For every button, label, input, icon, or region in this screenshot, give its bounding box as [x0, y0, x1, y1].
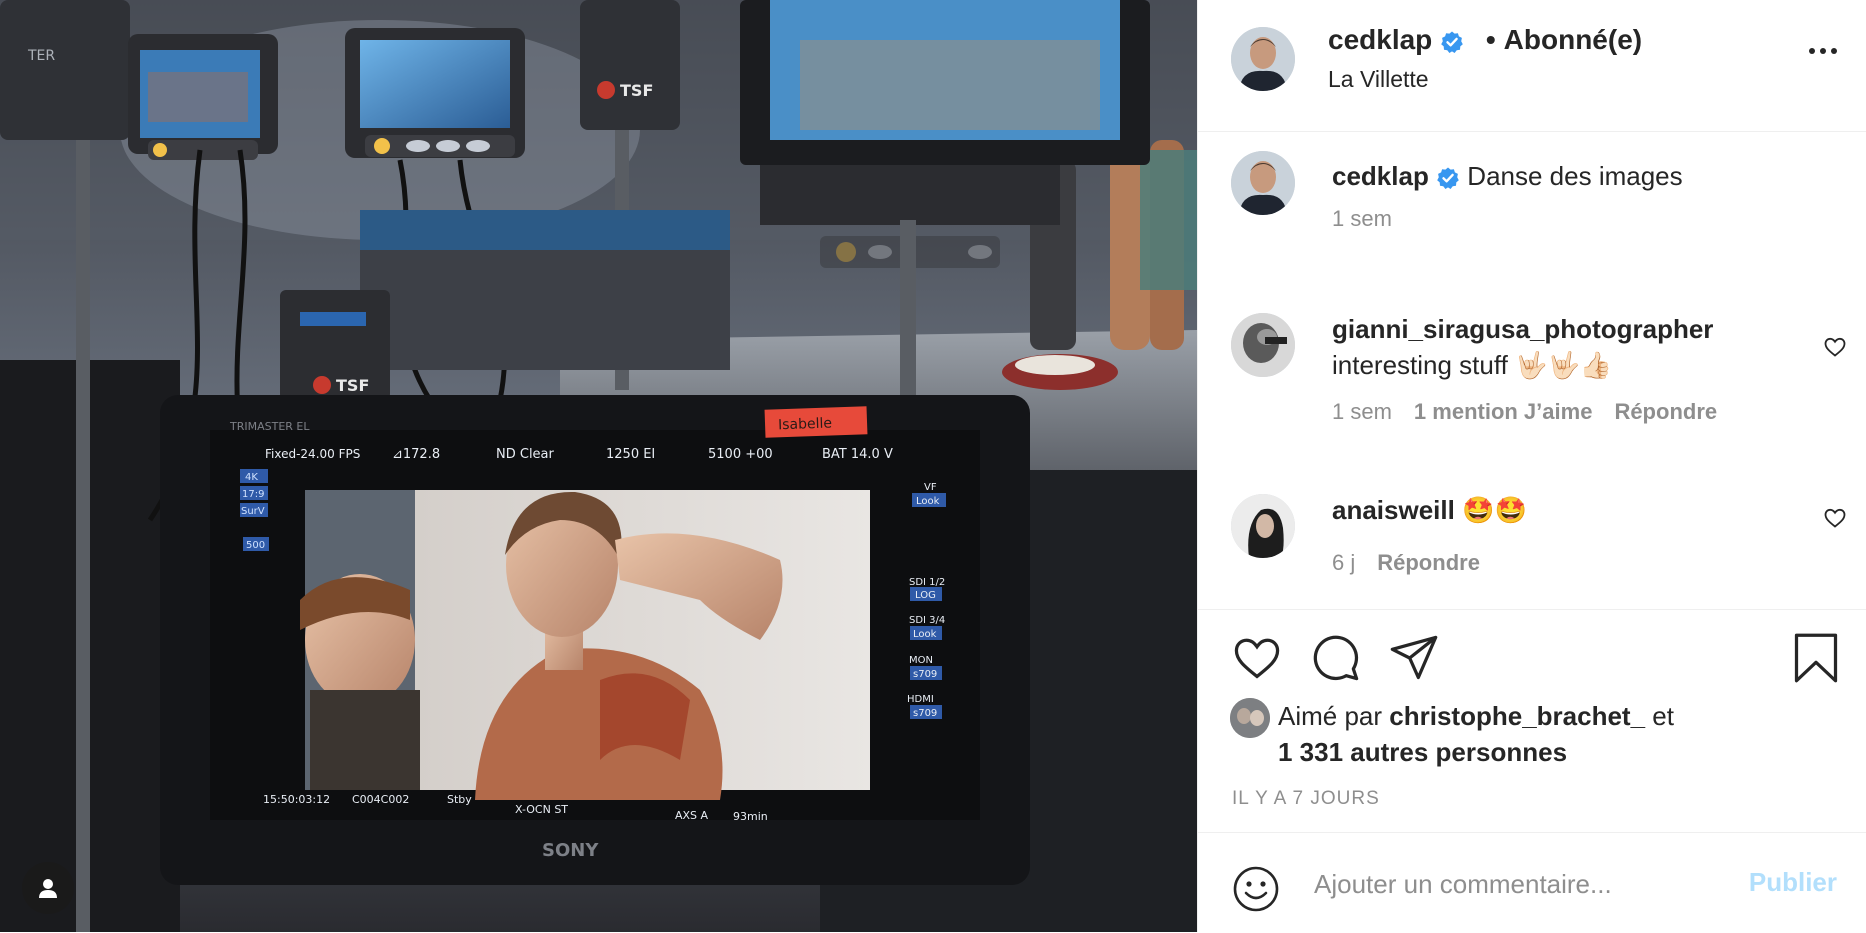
svg-text:TER: TER — [27, 48, 55, 64]
comment-time[interactable]: 1 sem — [1332, 399, 1392, 424]
liked-by-line: Aimé par christophe_brachet_ et — [1278, 698, 1674, 734]
verified-badge-icon — [1437, 167, 1459, 190]
caption-author-avatar-image — [1231, 151, 1295, 215]
liked-by-username[interactable]: christophe_brachet_ — [1389, 701, 1645, 731]
monitor-tag-vf: VF — [924, 482, 937, 493]
monitor-tag-hdmi-mode: s709 — [913, 708, 937, 719]
monitor-readout-angle: ⊿172.8 — [392, 447, 440, 462]
like-heart-icon[interactable] — [1231, 632, 1283, 684]
monitor-brand: TRIMASTER EL — [229, 420, 310, 433]
monitor-readout-status: Stby — [447, 793, 472, 806]
author-avatar[interactable] — [1231, 27, 1295, 91]
monitor-tag-sdi34: SDI 3/4 — [909, 615, 945, 626]
monitor-readout-media: AXS A — [675, 809, 709, 822]
comment-author-avatar-image — [1231, 494, 1295, 558]
post-location[interactable]: La Villette — [1328, 66, 1429, 93]
verified-badge-icon — [1441, 31, 1463, 53]
emoji-smiley-icon[interactable] — [1232, 865, 1280, 913]
monitor-readout-codec: X-OCN ST — [515, 803, 568, 816]
comment-meta: 6 j Répondre — [1332, 550, 1480, 576]
person-icon — [39, 879, 57, 898]
comment-like-heart-icon[interactable] — [1823, 506, 1847, 530]
post-photo[interactable]: TER TSF TSF Fixed-24.00 FPS ⊿172.8 ND Cl… — [0, 0, 1197, 932]
add-comment-input[interactable] — [1312, 857, 1716, 911]
monitor-readout-wb: 5100 +00 — [708, 447, 773, 462]
comment-time[interactable]: 6 j — [1332, 550, 1355, 575]
comment-author-username[interactable]: gianni_siragusa_photographer — [1332, 314, 1713, 344]
comment-likes-count[interactable]: 1 mention J’aime — [1414, 399, 1593, 424]
comment-author-username[interactable]: anaisweill — [1332, 495, 1455, 525]
monitor-tag-sdi34-mode: Look — [913, 629, 937, 640]
comment-item: gianni_siragusa_photographer interesting… — [1198, 313, 1866, 443]
monitor-tag-mon-mode: s709 — [913, 669, 937, 680]
tagged-users-button[interactable] — [22, 862, 74, 914]
caption-author-avatar[interactable] — [1231, 151, 1295, 215]
comment-author-avatar[interactable] — [1231, 313, 1295, 377]
monitor-tag-mon: MON — [909, 655, 933, 666]
publish-button[interactable]: Publier — [1749, 867, 1837, 898]
monitor-tag-iso: 500 — [246, 540, 265, 551]
comment-meta: 1 sem 1 mention J’aime Répondre — [1332, 399, 1717, 425]
post-author-username[interactable]: cedklap — [1328, 24, 1432, 55]
monitor-tag-vf-mode: Look — [916, 496, 940, 507]
more-horizontal-icon — [1809, 48, 1815, 54]
monitor-readout-ei: 1250 EI — [606, 447, 655, 462]
follow-status-button[interactable]: Abonné(e) — [1504, 24, 1642, 55]
monitor-tag-sdi12: SDI 1/2 — [909, 577, 945, 588]
monitor-tag-hdmi: HDMI — [907, 694, 934, 705]
liked-by-conjunction: et — [1652, 701, 1674, 731]
monitor-tag-aspect: 17:9 — [242, 489, 264, 500]
caption: cedklap Danse des images 1 sem — [1198, 131, 1866, 271]
likes-count-link[interactable]: 1 331 autres personnes — [1278, 734, 1567, 770]
post-header: cedklap • Abonné(e) La Villette — [1198, 0, 1866, 132]
svg-text:TSF: TSF — [620, 81, 653, 100]
monitor-readout-battery: BAT 14.0 V — [822, 447, 893, 462]
comment-body: anaisweill 🤩🤩 — [1332, 492, 1527, 528]
caption-line: cedklap Danse des images — [1332, 158, 1683, 194]
comment-item: anaisweill 🤩🤩 6 j Répondre — [1198, 494, 1866, 604]
comment-reply-button[interactable]: Répondre — [1377, 550, 1480, 575]
comment-like-heart-icon[interactable] — [1823, 335, 1847, 359]
liked-by-avatar-image — [1230, 698, 1270, 738]
bookmark-save-icon[interactable] — [1792, 632, 1840, 684]
post-timestamp[interactable]: IL Y A 7 JOURS — [1232, 788, 1380, 810]
header-separator: • — [1485, 24, 1496, 55]
more-horizontal-icon-dot — [1820, 48, 1826, 54]
caption-meta: 1 sem — [1332, 206, 1392, 232]
monitor-tag-res: 4K — [245, 472, 258, 483]
monitor-tag-sdi12-mode: LOG — [915, 590, 936, 601]
comment-text: 🤩🤩 — [1462, 495, 1527, 525]
share-send-icon[interactable] — [1388, 632, 1440, 684]
photo-illustration: TER TSF TSF Fixed-24.00 FPS ⊿172.8 ND Cl… — [0, 0, 1197, 932]
monitor-readout-timecode: 15:50:03:12 — [263, 793, 330, 806]
comment-body: gianni_siragusa_photographer — [1332, 311, 1713, 347]
more-horizontal-icon-dot — [1831, 48, 1837, 54]
caption-author-username[interactable]: cedklap — [1332, 161, 1429, 191]
monitor-readout-nd: ND Clear — [496, 447, 555, 462]
monitor-readout-clip: C004C002 — [352, 793, 409, 806]
post-actions: Aimé par christophe_brachet_ et 1 331 au… — [1198, 609, 1866, 833]
comment-reply-button[interactable]: Répondre — [1614, 399, 1717, 424]
comment-author-avatar-image — [1231, 313, 1295, 377]
tape-label-text: Isabelle — [778, 415, 832, 433]
comment-bubble-icon[interactable] — [1310, 632, 1362, 684]
liked-by-avatar[interactable] — [1230, 698, 1270, 738]
caption-time[interactable]: 1 sem — [1332, 206, 1392, 231]
post-author-line: cedklap • Abonné(e) — [1328, 24, 1642, 56]
monitor-readout-remaining: 93min — [733, 810, 768, 823]
comments-list: cedklap Danse des images 1 sem gianni_si… — [1198, 131, 1866, 609]
liked-by-prefix: Aimé par — [1278, 701, 1383, 731]
post-sidebar: cedklap • Abonné(e) La Villette cedklap … — [1197, 0, 1866, 932]
monitor-tag-surv: SurV — [241, 506, 265, 517]
author-avatar-image — [1231, 27, 1295, 91]
comment-text: interesting stuff 🤟🏻🤟🏻👍🏻 — [1332, 350, 1613, 380]
monitor-maker: SONY — [542, 840, 599, 861]
caption-text: Danse des images — [1467, 161, 1683, 191]
instagram-post-view: TER TSF TSF Fixed-24.00 FPS ⊿172.8 ND Cl… — [0, 0, 1866, 932]
svg-text:TSF: TSF — [336, 376, 369, 395]
monitor-readout-fps: Fixed-24.00 FPS — [265, 447, 360, 461]
more-options-button[interactable] — [1809, 48, 1837, 54]
comment-composer: Publier — [1198, 832, 1866, 933]
comment-author-avatar[interactable] — [1231, 494, 1295, 558]
